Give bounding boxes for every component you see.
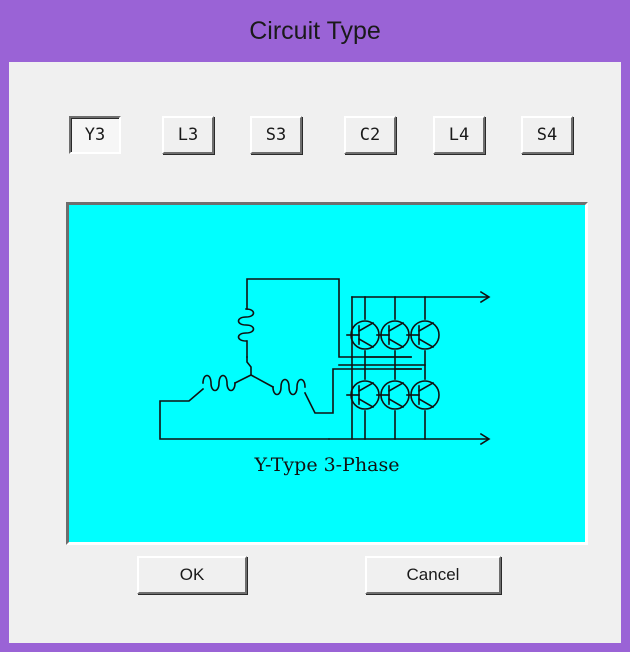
y-connection-windings <box>159 278 422 440</box>
dialog-window: Circuit Type Y3 L3 S3 C2 L4 S4 Y-Type 3-… <box>0 0 630 652</box>
dialog-client-area: Y3 L3 S3 C2 L4 S4 Y-Type 3-Phase OK Canc… <box>9 62 621 643</box>
button-label: L4 <box>448 125 470 145</box>
bridge-rails <box>328 290 491 446</box>
button-label: Y3 <box>84 125 106 145</box>
circuit-type-button-s3[interactable]: S3 <box>250 116 302 154</box>
cancel-button-label: Cancel <box>406 565 460 584</box>
circuit-type-button-c2[interactable]: C2 <box>344 116 396 154</box>
circuit-schematic-icon <box>159 278 491 446</box>
circuit-type-button-l4[interactable]: L4 <box>433 116 485 154</box>
button-label: L3 <box>177 125 199 145</box>
circuit-type-button-y3[interactable]: Y3 <box>69 116 121 154</box>
title-bar[interactable]: Circuit Type <box>0 0 630 62</box>
circuit-preview-panel: Y-Type 3-Phase <box>66 202 588 545</box>
dialog-title: Circuit Type <box>249 16 381 45</box>
button-label: S3 <box>265 125 287 145</box>
button-label: C2 <box>359 125 381 145</box>
circuit-type-button-l3[interactable]: L3 <box>162 116 214 154</box>
ok-button[interactable]: OK <box>137 556 247 594</box>
button-label: S4 <box>536 125 558 145</box>
cancel-button[interactable]: Cancel <box>365 556 501 594</box>
circuit-type-button-s4[interactable]: S4 <box>521 116 573 154</box>
circuit-caption: Y-Type 3-Phase <box>254 454 400 476</box>
ok-button-label: OK <box>179 565 205 584</box>
